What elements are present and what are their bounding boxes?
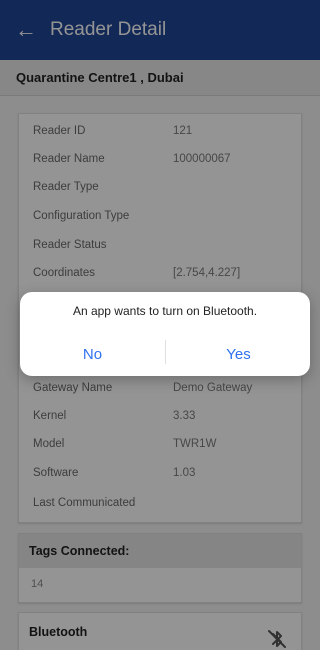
no-button[interactable]: No	[20, 342, 165, 366]
dialog-message: An app wants to turn on Bluetooth.	[72, 304, 258, 318]
bluetooth-permission-dialog: An app wants to turn on Bluetooth. No Ye…	[20, 292, 310, 376]
yes-button[interactable]: Yes	[166, 342, 311, 366]
